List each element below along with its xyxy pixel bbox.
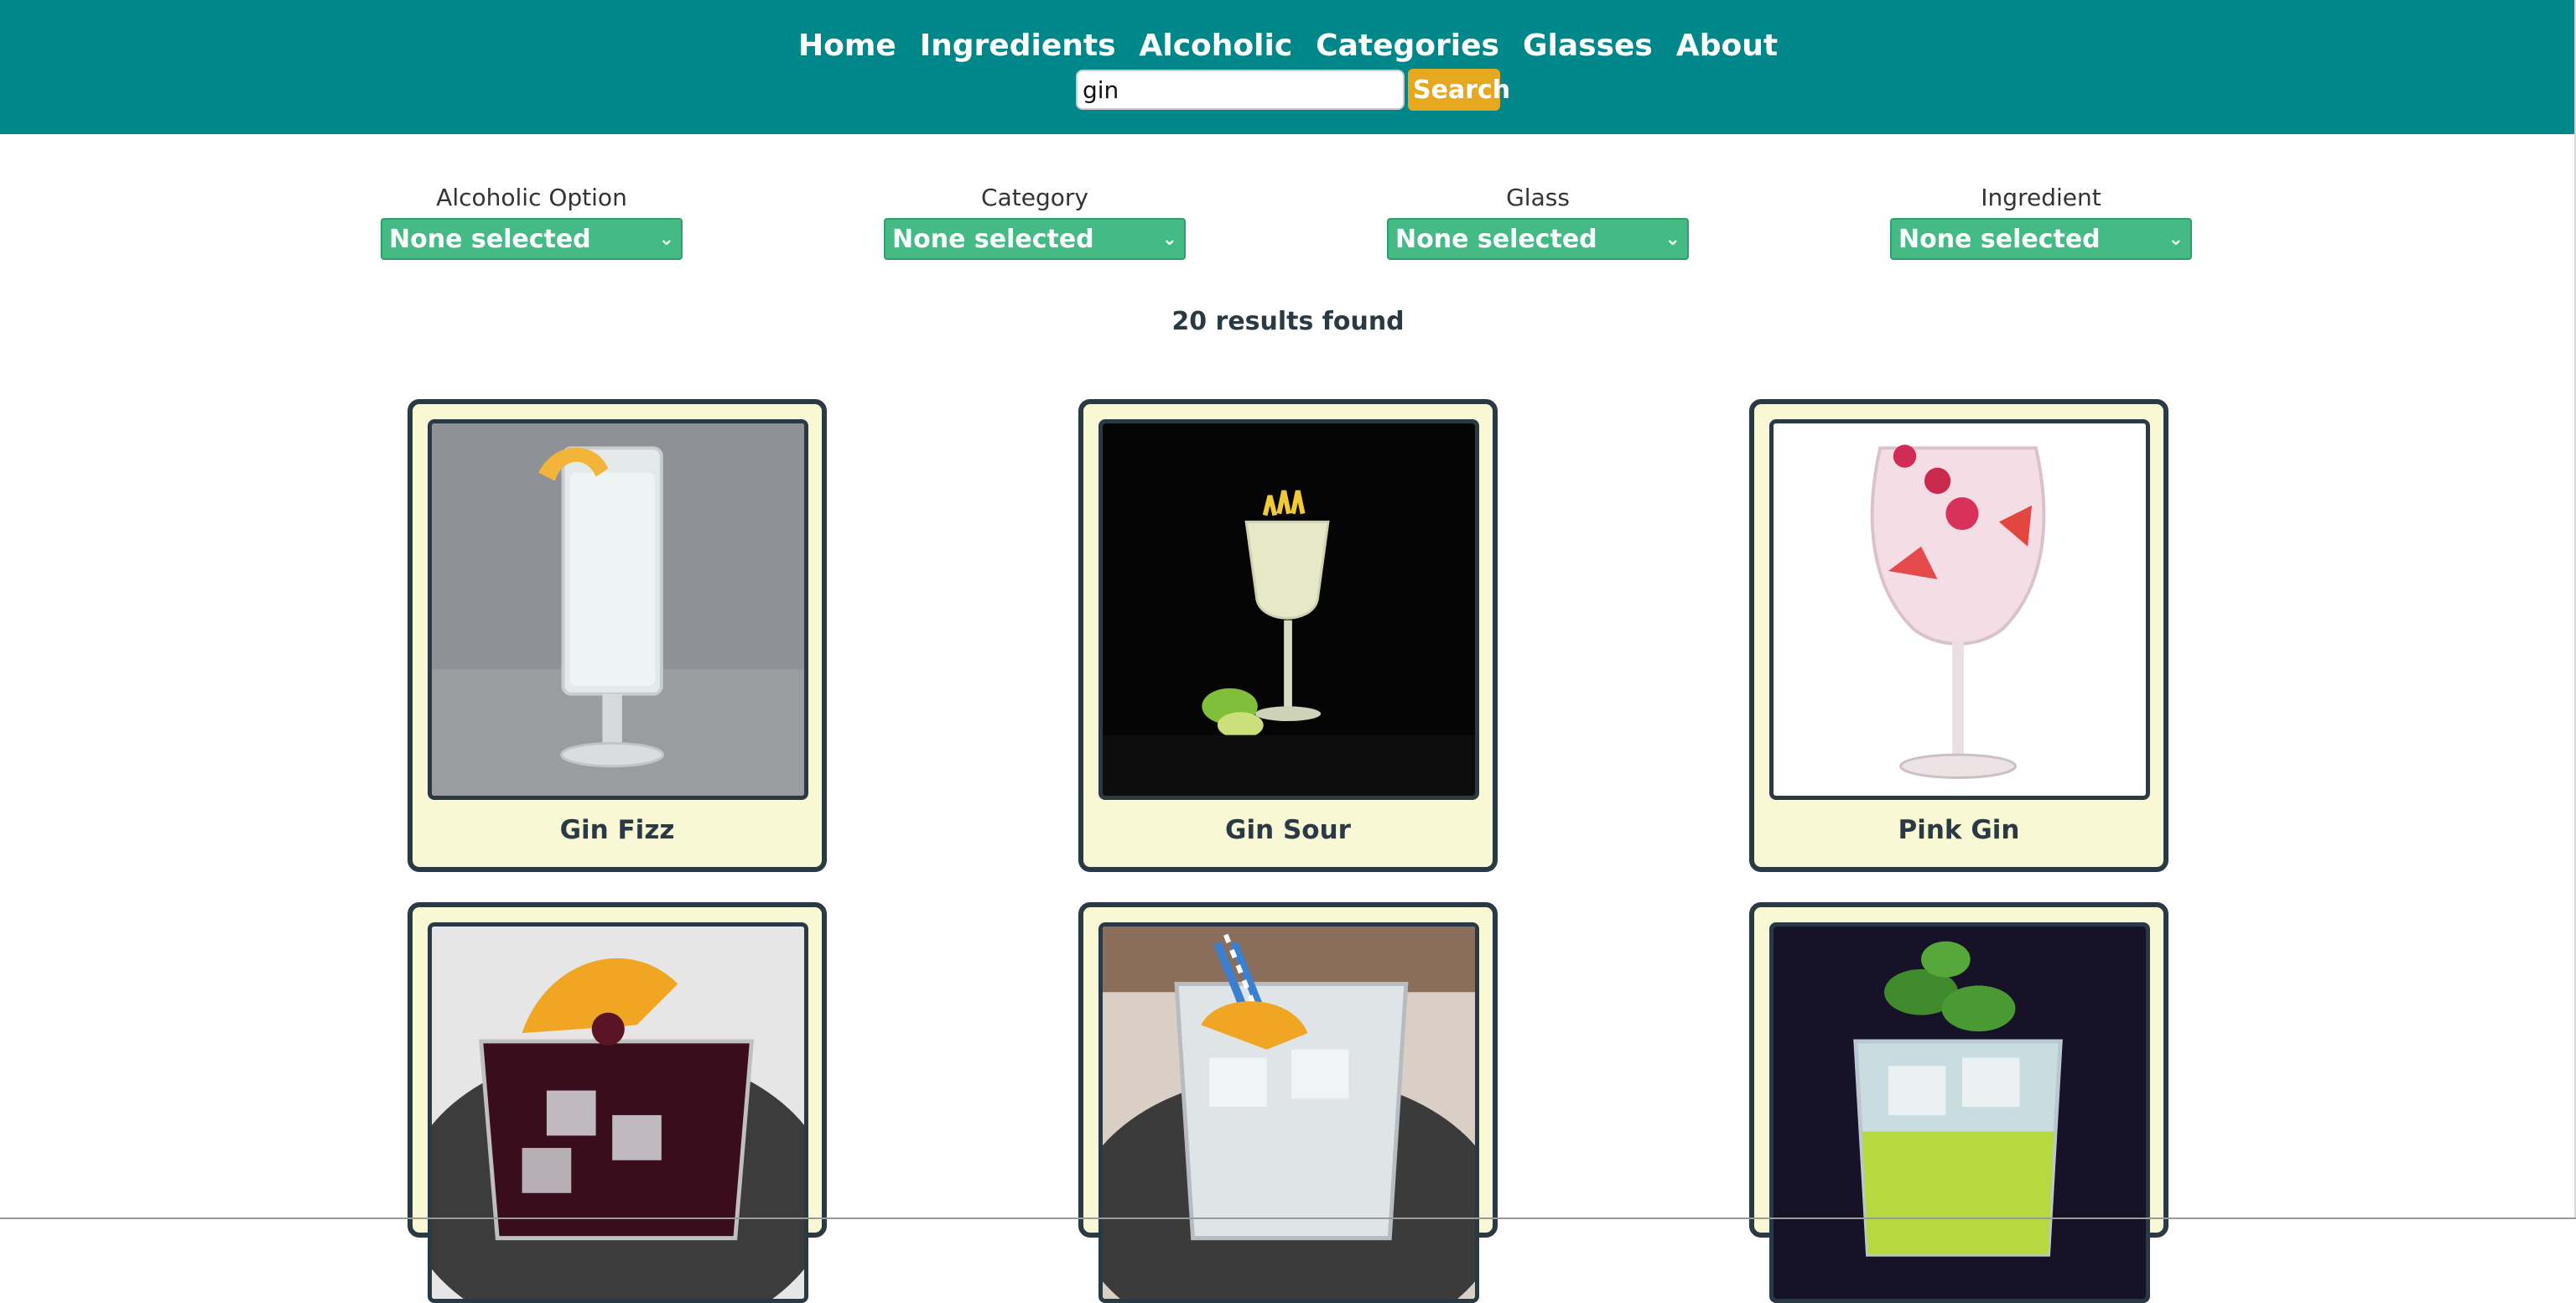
drink-card-gin-sour[interactable]: Gin Sour [1078,399,1498,872]
search-bar: Search [0,69,2576,111]
nav-about[interactable]: About [1676,18,1778,74]
drink-card[interactable] [1749,902,2168,1303]
search-input[interactable] [1076,70,1405,110]
category-select[interactable]: None selected ⌄ [884,218,1186,260]
drink-image [1769,922,2150,1303]
nav-ingredients[interactable]: Ingredients [920,18,1116,74]
select-value: None selected [892,224,1094,254]
results-count: 20 results found [1171,307,1405,336]
nav-categories[interactable]: Categories [1316,18,1499,74]
nav-home[interactable]: Home [798,18,896,74]
select-value: None selected [389,224,591,254]
select-value: None selected [1898,224,2101,254]
select-value: None selected [1395,224,1597,254]
filter-ingredient: Ingredient None selected ⌄ [1890,178,2192,260]
nav-alcoholic[interactable]: Alcoholic [1140,18,1293,74]
alcoholic-option-select[interactable]: None selected ⌄ [381,218,683,260]
ingredient-select[interactable]: None selected ⌄ [1890,218,2192,260]
chevron-down-icon: ⌄ [1161,228,1177,250]
glass-select[interactable]: None selected ⌄ [1387,218,1689,260]
nav-glasses[interactable]: Glasses [1523,18,1653,74]
drink-image [428,419,808,800]
drink-image [428,922,808,1303]
search-button[interactable]: Search [1408,69,1510,111]
filter-alcoholic-option: Alcoholic Option None selected ⌄ [381,178,683,260]
filter-label: Category [981,184,1088,211]
drink-image [1098,419,1479,800]
drink-card[interactable] [408,902,827,1303]
drink-card[interactable] [1078,902,1498,1303]
filter-label: Glass [1506,184,1570,211]
drink-card-gin-fizz[interactable]: Gin Fizz [408,399,827,872]
drink-image [1769,419,2150,800]
drink-name: Pink Gin [1898,815,2020,845]
filter-label: Alcoholic Option [436,184,627,211]
drink-card-pink-gin[interactable]: Pink Gin [1749,399,2168,872]
main-nav: Home Ingredients Alcoholic Categories Gl… [0,18,2576,74]
drink-name: Gin Sour [1225,815,1351,845]
chevron-down-icon: ⌄ [2168,228,2184,250]
drink-image [1098,922,1479,1303]
filter-glass: Glass None selected ⌄ [1387,178,1689,260]
drink-name: Gin Fizz [559,815,675,845]
chevron-down-icon: ⌄ [658,228,674,250]
filter-category: Category None selected ⌄ [884,178,1186,260]
chevron-down-icon: ⌄ [1665,228,1680,250]
filter-label: Ingredient [1981,184,2101,211]
